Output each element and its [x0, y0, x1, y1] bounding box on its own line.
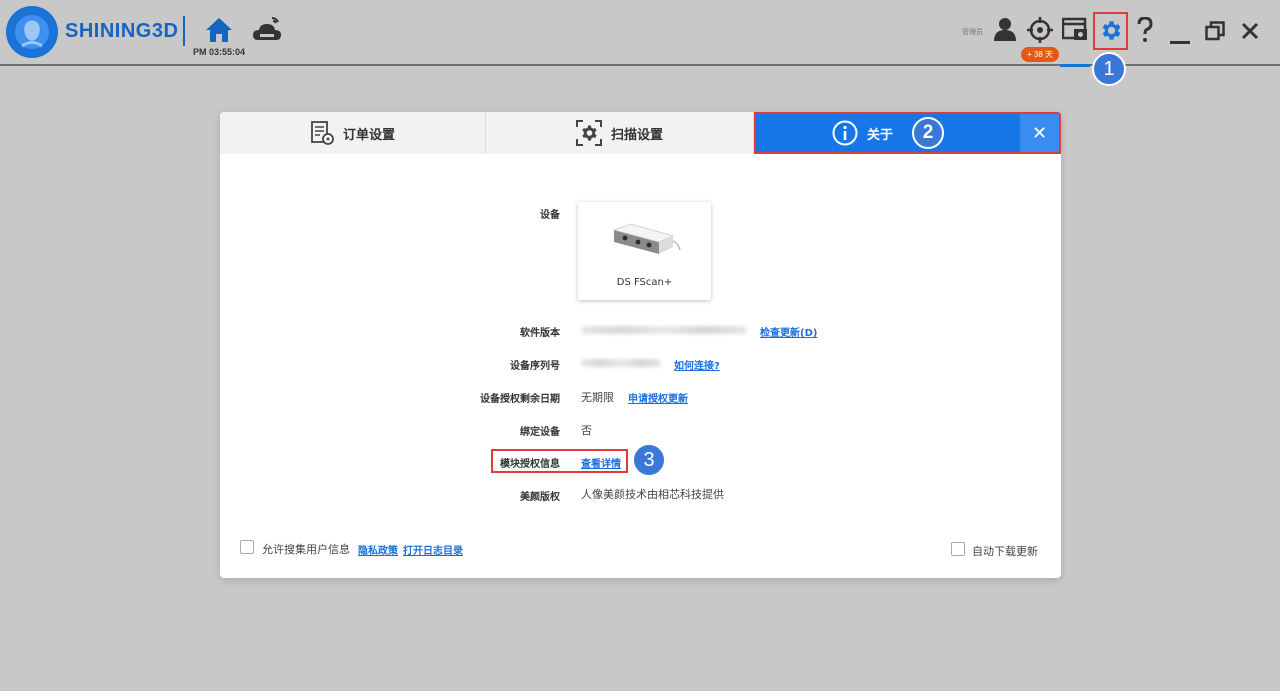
device-name: DS FScan+: [616, 277, 673, 288]
screenshot-window-icon[interactable]: [1061, 16, 1088, 46]
brand-name: SHINING3D: [65, 20, 179, 42]
apply-license-link[interactable]: 申请授权更新: [628, 390, 688, 405]
serial-number-label: 设备序列号: [510, 361, 560, 372]
license-days-badge: + 38 天: [1021, 47, 1059, 62]
serial-number-value-redacted: [581, 359, 661, 367]
calibration-target-icon[interactable]: [1027, 16, 1053, 48]
step-marker-1: 1: [1092, 52, 1126, 86]
module-license-label: 模块授权信息: [500, 459, 560, 470]
close-icon[interactable]: [1241, 22, 1259, 44]
step-marker-2: 2: [912, 117, 944, 149]
tab-label: 扫描设置: [610, 127, 663, 143]
help-icon[interactable]: [1136, 16, 1154, 47]
bind-device-label: 绑定设备: [520, 427, 560, 438]
scanner-image: [612, 223, 681, 254]
dialog-close-button[interactable]: ✕: [1020, 112, 1061, 154]
tab-order-settings[interactable]: 订单设置: [220, 112, 486, 154]
collect-user-info-label: 允许搜集用户信息: [262, 543, 350, 556]
tab-about[interactable]: 关于 2: [754, 112, 1020, 154]
step-marker-3: 3: [632, 443, 666, 477]
device-card[interactable]: DS FScan+: [578, 202, 711, 300]
divider: [183, 16, 185, 46]
auto-download-update-label: 自动下载更新: [972, 545, 1038, 558]
how-to-connect-link[interactable]: 如何连接?: [674, 357, 720, 372]
collect-user-info-checkbox[interactable]: [240, 540, 254, 554]
logo-icon: [6, 6, 58, 58]
restore-window-icon[interactable]: [1205, 21, 1225, 45]
clock-display: PM 03:55:04: [193, 47, 246, 57]
info-icon: [832, 120, 858, 146]
settings-dialog: 订单设置 扫描设置 关于 2 ✕ 设备 DS FScan+ 软件版本 检查更新(…: [220, 112, 1061, 578]
beauty-copyright-value: 人像美颜技术由相芯科技提供: [581, 488, 724, 501]
license-remaining-value: 无期限: [581, 391, 614, 404]
minimize-icon[interactable]: [1170, 30, 1190, 49]
active-tab-indicator: [1060, 64, 1090, 67]
tab-label: 关于: [866, 127, 893, 143]
tab-label: 订单设置: [342, 127, 395, 143]
software-version-label: 软件版本: [520, 328, 560, 339]
scan-settings-icon: [575, 120, 602, 146]
check-update-link[interactable]: 检查更新(D): [760, 324, 817, 339]
dialog-tabs: 订单设置 扫描设置 关于 2 ✕: [220, 112, 1061, 154]
top-bar: SHINING3D PM 03:55:04 管理员 + 38 天: [0, 0, 1280, 67]
gear-icon[interactable]: [1098, 18, 1123, 47]
device-label: 设备: [540, 210, 560, 221]
license-remaining-label: 设备授权剩余日期: [480, 394, 560, 405]
bind-device-value: 否: [581, 424, 592, 437]
username-label: 管理员: [962, 28, 983, 36]
beauty-copyright-label: 美颜版权: [520, 492, 560, 503]
close-icon: ✕: [1031, 122, 1048, 144]
open-log-directory-link[interactable]: 打开日志目录: [403, 542, 463, 557]
software-version-value-redacted: [581, 326, 747, 334]
view-details-link[interactable]: 查看详情: [581, 455, 621, 470]
home-icon[interactable]: [205, 16, 233, 48]
cloud-device-icon[interactable]: [252, 16, 282, 48]
user-icon[interactable]: [993, 16, 1017, 46]
tab-scan-settings[interactable]: 扫描设置: [486, 112, 754, 154]
order-settings-icon: [311, 121, 334, 145]
auto-download-update-checkbox[interactable]: [951, 542, 965, 556]
privacy-policy-link[interactable]: 隐私政策: [358, 542, 398, 557]
